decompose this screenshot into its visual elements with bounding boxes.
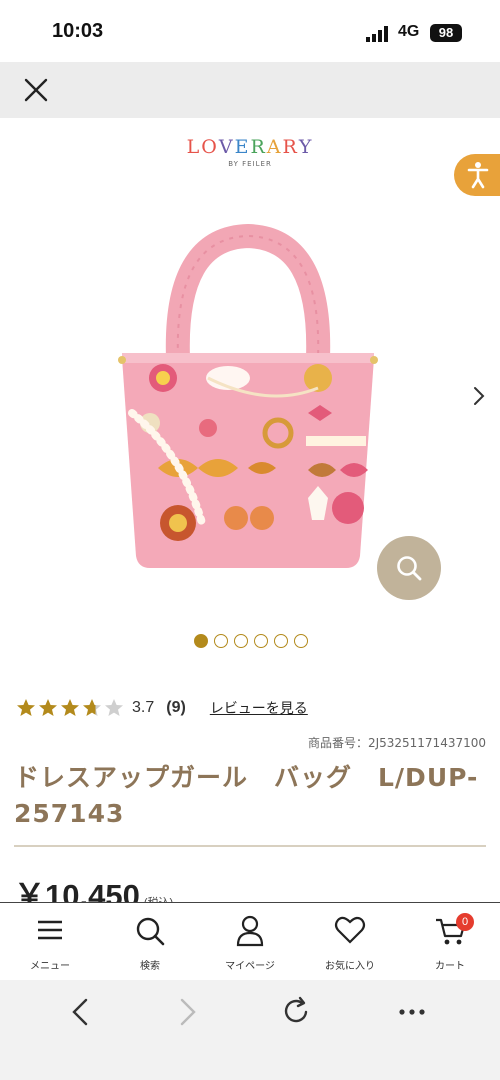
nav-search-label: 検索 xyxy=(140,961,160,972)
divider xyxy=(14,845,486,847)
chevron-right-icon[interactable] xyxy=(470,384,488,408)
status-time: 10:03 xyxy=(52,20,104,42)
carousel-dot[interactable] xyxy=(214,634,228,648)
rating-count: (9) xyxy=(166,699,186,716)
carousel-dot[interactable] xyxy=(254,634,268,648)
hamburger-menu-icon xyxy=(38,920,62,940)
back-arrow-icon[interactable] xyxy=(64,994,100,1030)
brand-logo: LOVERARY BY FEILER xyxy=(0,136,500,168)
brand-logo-letter: E xyxy=(234,136,251,158)
user-icon xyxy=(236,915,264,947)
cart-count-badge: 0 xyxy=(456,913,474,931)
status-bar: 10:03 4G 98 xyxy=(0,0,500,62)
nav-search[interactable]: 検索 xyxy=(100,903,200,980)
nav-favorites-label: お気に入り xyxy=(325,961,375,972)
battery-indicator: 98 xyxy=(430,24,462,42)
forward-arrow-icon[interactable] xyxy=(168,994,204,1030)
brand-logo-letter: L xyxy=(186,136,202,158)
rating-score: 3.7 xyxy=(132,699,155,716)
brand-logo-letter: Y xyxy=(298,136,314,158)
brand-logo-letter: V xyxy=(218,136,235,158)
accessibility-button[interactable] xyxy=(454,154,500,196)
heart-icon xyxy=(334,916,366,944)
reload-icon[interactable] xyxy=(278,994,314,1030)
carousel-dot[interactable] xyxy=(294,634,308,648)
brand-logo-letter: R xyxy=(250,136,267,158)
network-type: 4G xyxy=(398,23,420,40)
carousel-pagination xyxy=(194,634,308,648)
nav-mypage[interactable]: マイページ xyxy=(200,903,300,980)
star-icon xyxy=(39,699,57,716)
brand-logo-letter: O xyxy=(201,136,219,158)
carousel-dot[interactable] xyxy=(234,634,248,648)
zoom-button[interactable] xyxy=(377,536,441,600)
view-reviews-link[interactable]: レビューを見る xyxy=(210,698,308,718)
accessibility-icon xyxy=(467,162,489,189)
nav-cart-label: カート xyxy=(435,961,465,972)
close-icon[interactable] xyxy=(18,72,54,108)
star-icon xyxy=(83,699,101,716)
nav-cart[interactable]: 0 カート xyxy=(400,903,500,980)
brand-logo-letter: A xyxy=(266,136,283,158)
more-options-icon[interactable] xyxy=(394,994,430,1030)
rating-row: 3.7 (9) レビューを見る xyxy=(16,698,308,718)
rating-stars xyxy=(16,698,124,718)
star-icon xyxy=(17,699,35,716)
search-icon xyxy=(136,917,165,946)
carousel-dot[interactable] xyxy=(194,634,208,648)
modal-header xyxy=(0,62,500,118)
nav-menu-label: メニュー xyxy=(30,961,70,972)
star-icon xyxy=(61,699,79,716)
browser-toolbar xyxy=(0,980,500,1080)
nav-favorites[interactable]: お気に入り xyxy=(300,903,400,980)
bottom-navigation: メニュー 検索 マイページ お気に入り 0 カート xyxy=(0,902,500,980)
item-number: 商品番号：2J53251171437100 xyxy=(307,736,486,750)
brand-logo-letter: R xyxy=(282,136,299,158)
brand-subtitle: BY FEILER xyxy=(228,160,272,168)
product-image-carousel[interactable]: LOVERARY BY FEILER xyxy=(0,118,500,678)
magnifier-icon xyxy=(397,556,422,581)
signal-icon xyxy=(366,26,388,42)
product-image-bag xyxy=(118,223,378,568)
nav-mypage-label: マイページ xyxy=(225,961,275,972)
brand-logo-text: LOVERARY xyxy=(0,136,500,158)
carousel-dot[interactable] xyxy=(274,634,288,648)
nav-menu[interactable]: メニュー xyxy=(0,903,100,980)
product-title: ドレスアップガール バッグ L/DUP-257143 xyxy=(14,763,479,828)
star-icon xyxy=(105,699,123,716)
